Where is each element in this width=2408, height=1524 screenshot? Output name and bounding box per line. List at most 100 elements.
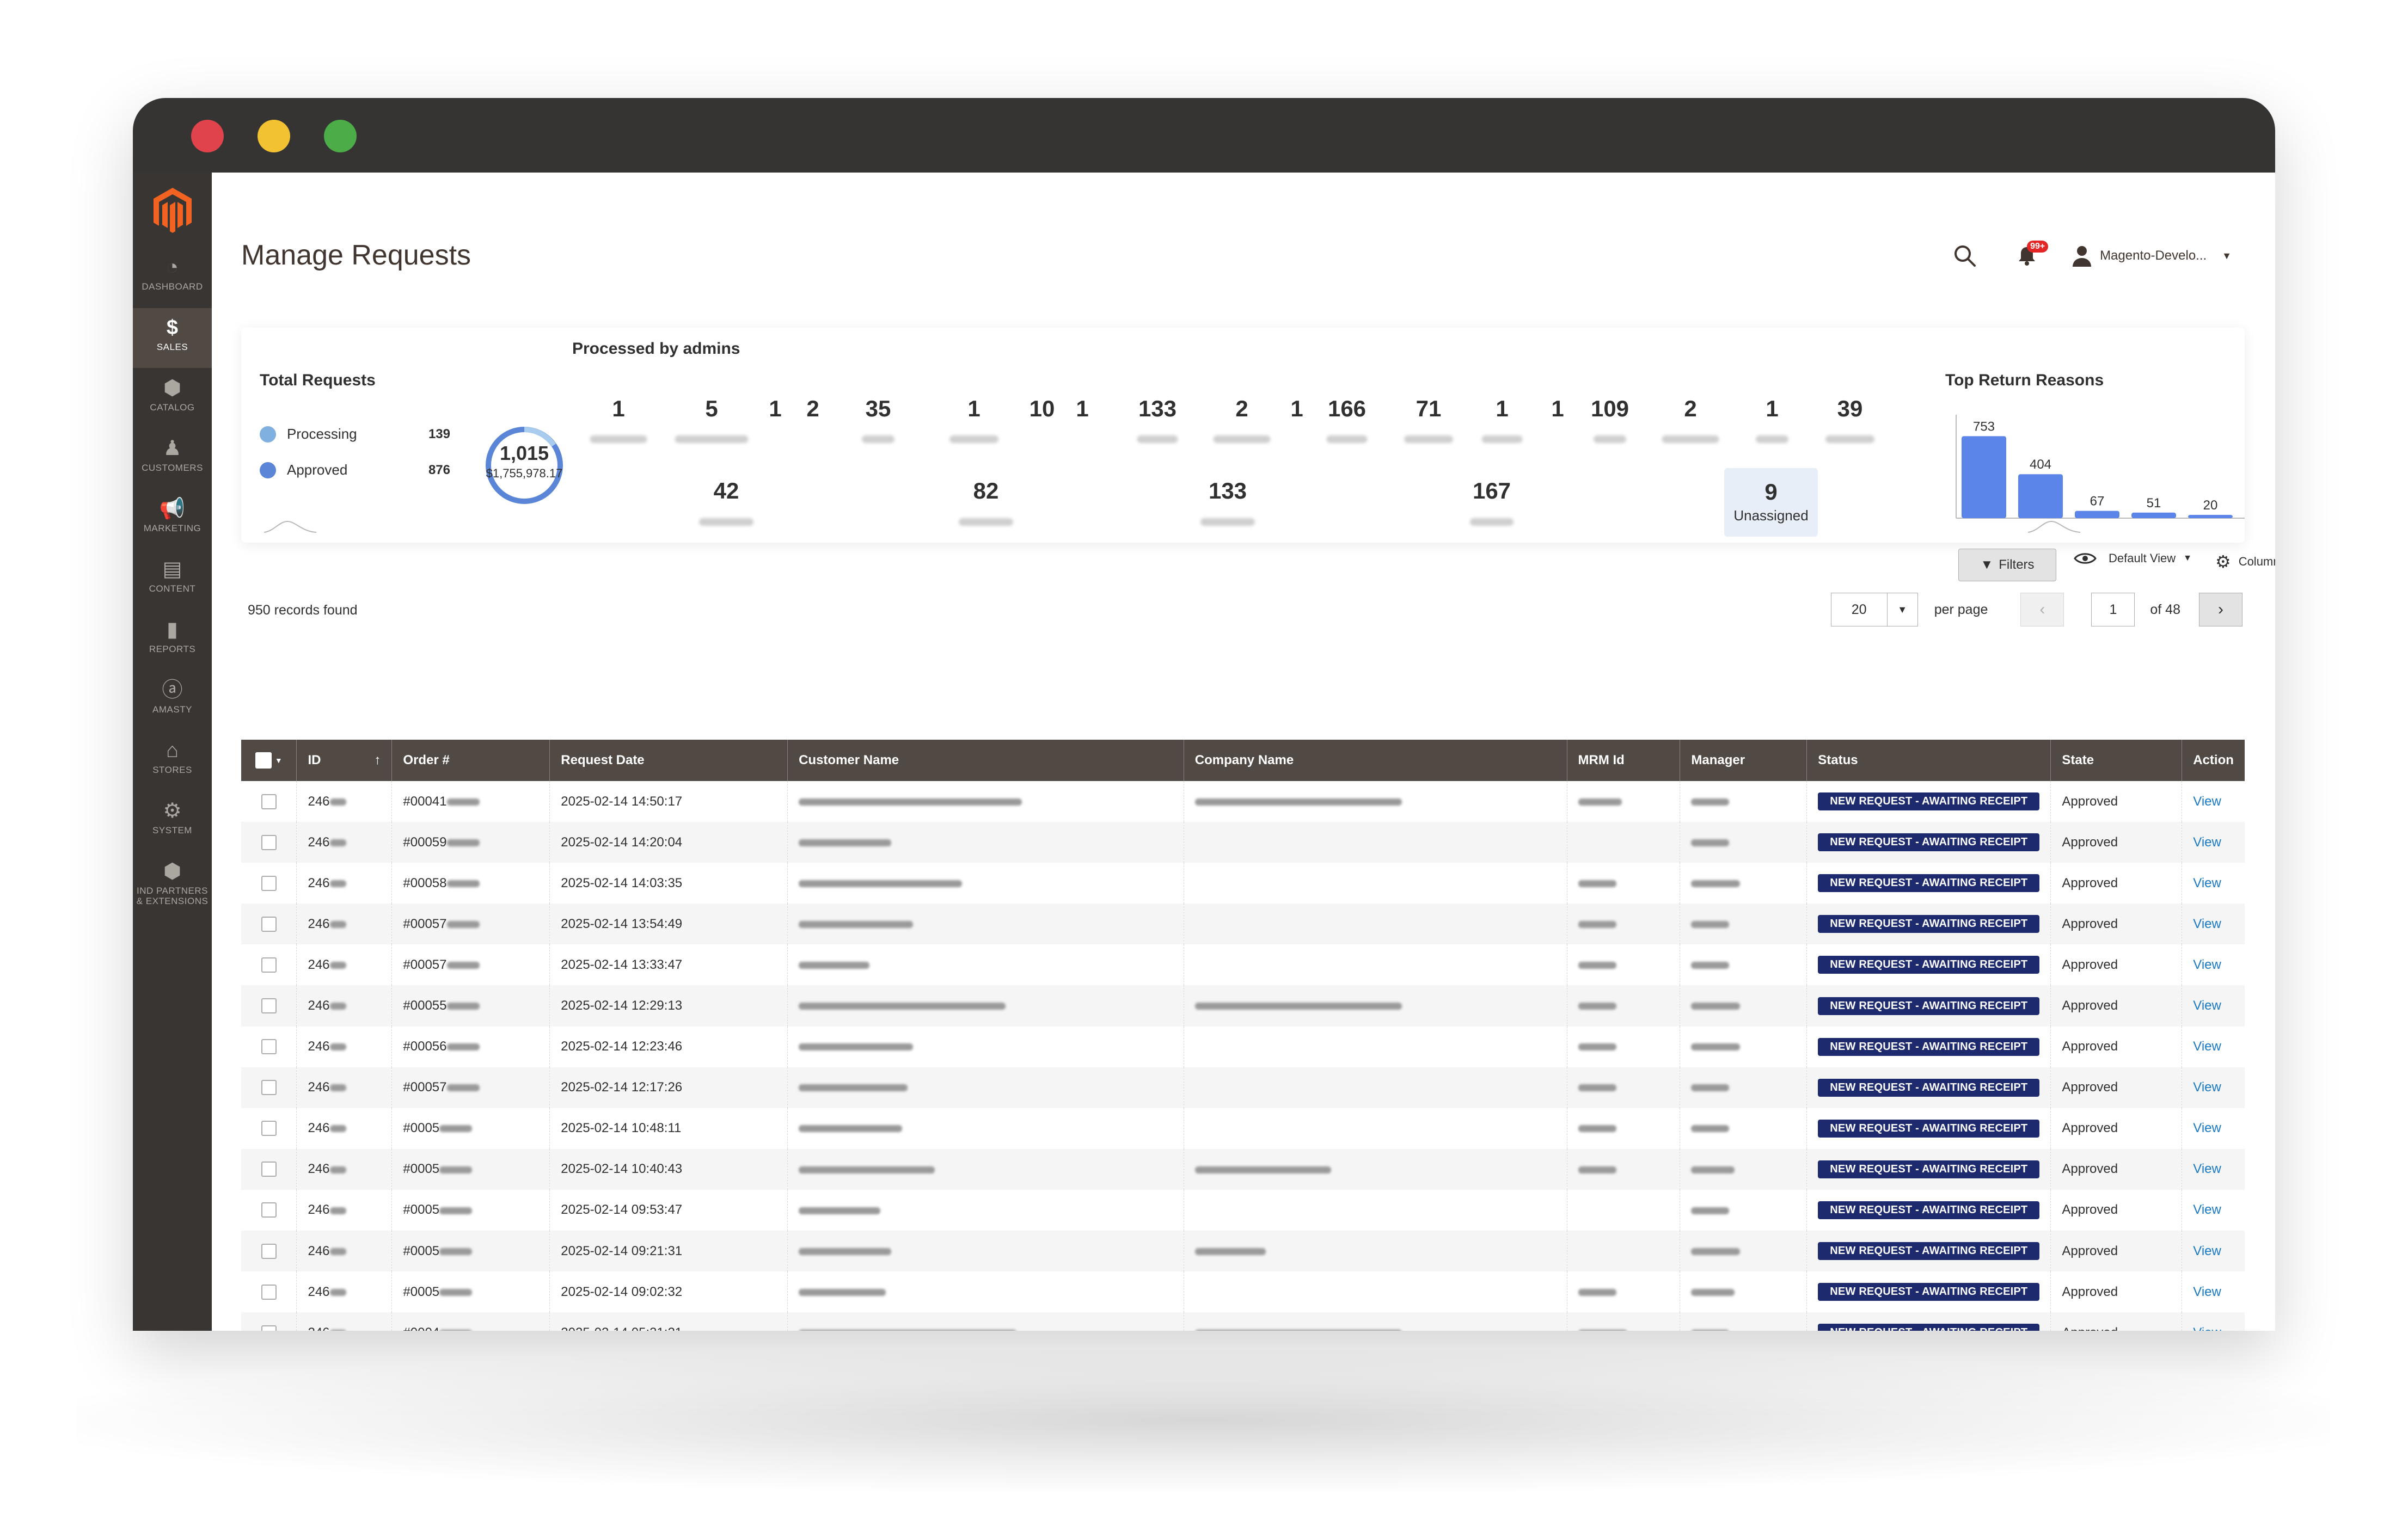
- column-header-company-name[interactable]: Company Name: [1183, 740, 1567, 781]
- row-checkbox[interactable]: [261, 1121, 277, 1136]
- admin-count[interactable]: 2: [1684, 396, 1696, 422]
- row-checkbox[interactable]: [261, 1325, 277, 1331]
- unassigned-card[interactable]: 9 Unassigned: [1724, 468, 1818, 537]
- return-reason-bar[interactable]: [2018, 474, 2063, 518]
- admin-count[interactable]: 1: [1551, 396, 1564, 422]
- column-header-state[interactable]: State: [2050, 740, 2182, 781]
- view-link[interactable]: View: [2193, 1121, 2221, 1135]
- admin-count[interactable]: 1: [769, 396, 781, 422]
- admin-count[interactable]: 71: [1416, 396, 1442, 422]
- row-select-cell[interactable]: [241, 1067, 297, 1108]
- column-header-manager[interactable]: Manager: [1680, 740, 1807, 781]
- return-reason-bar[interactable]: [2075, 511, 2119, 518]
- manager-count[interactable]: 82: [973, 478, 999, 504]
- row-select-cell[interactable]: [241, 1312, 297, 1331]
- table-row[interactable]: 246 #00058 2025-02-14 14:03:35 NEW REQUEST …: [241, 863, 2245, 904]
- view-link[interactable]: View: [2193, 1080, 2221, 1095]
- chevron-down-icon[interactable]: ▼: [2222, 250, 2232, 262]
- per-page-select[interactable]: 20 ▼: [1830, 593, 1918, 626]
- column-header-customer-name[interactable]: Customer Name: [787, 740, 1184, 781]
- row-checkbox[interactable]: [261, 1039, 277, 1055]
- filters-button[interactable]: ▼ Filters: [1958, 549, 2056, 581]
- notifications-button[interactable]: 99+: [2015, 241, 2049, 268]
- table-row[interactable]: 246 #0005 2025-02-14 09:21:31 NEW REQUEST -…: [241, 1231, 2245, 1272]
- table-row[interactable]: 246 #00057 2025-02-14 13:33:47 NEW REQUEST …: [241, 944, 2245, 986]
- admin-count[interactable]: 35: [866, 396, 891, 422]
- return-reason-bar[interactable]: [2131, 512, 2176, 518]
- sidebar-item-ind-partners-extensions[interactable]: ⬢ IND PARTNERS & EXTENSIONS: [133, 852, 212, 912]
- row-checkbox[interactable]: [261, 834, 277, 850]
- sidebar-item-catalog[interactable]: ⬢ CATALOG: [133, 368, 212, 428]
- next-page-button[interactable]: ›: [2199, 593, 2242, 626]
- admin-count[interactable]: 109: [1591, 396, 1629, 422]
- row-select-cell[interactable]: [241, 1108, 297, 1149]
- page-number-input[interactable]: 1: [2091, 593, 2135, 626]
- admin-count[interactable]: 1: [1766, 396, 1778, 422]
- table-row[interactable]: 246 #00056 2025-02-14 12:23:46 NEW REQUEST …: [241, 1026, 2245, 1067]
- row-select-cell[interactable]: [241, 1189, 297, 1231]
- view-link[interactable]: View: [2193, 1325, 2221, 1331]
- column-header-id[interactable]: ID ↑: [296, 740, 392, 781]
- column-header-order[interactable]: Order #: [391, 740, 550, 781]
- table-row[interactable]: 246 #00057 2025-02-14 12:17:26 NEW REQUEST …: [241, 1067, 2245, 1108]
- sidebar-item-content[interactable]: ▤ CONTENT: [133, 550, 212, 610]
- row-select-cell[interactable]: [241, 904, 297, 945]
- row-checkbox[interactable]: [261, 1202, 277, 1218]
- column-header-mrm-id[interactable]: MRM Id: [1566, 740, 1680, 781]
- maximize-window-button[interactable]: [324, 120, 357, 152]
- chevron-down-icon[interactable]: ▼: [275, 756, 283, 765]
- row-select-cell[interactable]: [241, 1026, 297, 1067]
- view-link[interactable]: View: [2193, 835, 2221, 850]
- row-checkbox[interactable]: [261, 1284, 277, 1300]
- admin-count[interactable]: 166: [1328, 396, 1366, 422]
- sidebar-item-customers[interactable]: ♟ CUSTOMERS: [133, 429, 212, 489]
- user-icon[interactable]: [2072, 245, 2092, 267]
- search-icon[interactable]: [1953, 244, 1977, 268]
- table-row[interactable]: 246 #0005 2025-02-14 10:48:11 NEW REQUEST -…: [241, 1108, 2245, 1149]
- columns-button[interactable]: ⚙ Columns ▼: [2215, 551, 2275, 572]
- admin-count[interactable]: 1: [612, 396, 624, 422]
- view-link[interactable]: View: [2193, 998, 2221, 1013]
- manager-count[interactable]: 133: [1209, 478, 1247, 504]
- table-row[interactable]: 246 #00041 2025-02-14 14:50:17 NEW REQUEST …: [241, 781, 2245, 822]
- row-select-cell[interactable]: [241, 1271, 297, 1313]
- sidebar-item-dashboard[interactable]: ◔ DASHBOARD: [133, 248, 212, 308]
- sidebar-item-stores[interactable]: ⌂ STORES: [133, 731, 212, 791]
- previous-page-button[interactable]: ‹: [2020, 593, 2064, 626]
- table-row[interactable]: 246 #0004 2025-02-14 05:31:21 NEW REQUEST -…: [241, 1312, 2245, 1331]
- sidebar-item-reports[interactable]: ▮ REPORTS: [133, 610, 212, 670]
- view-link[interactable]: View: [2193, 794, 2221, 809]
- row-checkbox[interactable]: [261, 794, 277, 809]
- table-row[interactable]: 246 #00057 2025-02-14 13:54:49 NEW REQUEST …: [241, 904, 2245, 945]
- user-menu-name[interactable]: Magento-Develo...: [2100, 248, 2207, 263]
- admin-count[interactable]: 1: [1290, 396, 1303, 422]
- table-row[interactable]: 246 #00055 2025-02-14 12:29:13 NEW REQUEST …: [241, 985, 2245, 1027]
- admin-count[interactable]: 2: [1235, 396, 1248, 422]
- manager-count[interactable]: 42: [714, 478, 739, 504]
- view-link[interactable]: View: [2193, 1039, 2221, 1054]
- admin-count[interactable]: 2: [806, 396, 819, 422]
- row-select-cell[interactable]: [241, 781, 297, 822]
- admin-count[interactable]: 39: [1837, 396, 1863, 422]
- row-checkbox[interactable]: [261, 1080, 277, 1096]
- view-link[interactable]: View: [2193, 1285, 2221, 1299]
- table-row[interactable]: 246 #0005 2025-02-14 10:40:43 NEW REQUEST -…: [241, 1148, 2245, 1190]
- table-row[interactable]: 246 #0005 2025-02-14 09:53:47 NEW REQUEST -…: [241, 1189, 2245, 1231]
- admin-count[interactable]: 10: [1030, 396, 1055, 422]
- close-window-button[interactable]: [191, 120, 224, 152]
- select-all-checkbox[interactable]: [255, 752, 272, 769]
- sidebar-item-amasty[interactable]: ⓐ AMASTY: [133, 671, 212, 730]
- row-select-cell[interactable]: [241, 822, 297, 863]
- sidebar-item-marketing[interactable]: 📢 MARKETING: [133, 489, 212, 549]
- view-link[interactable]: View: [2193, 957, 2221, 972]
- column-header-request-date[interactable]: Request Date: [549, 740, 788, 781]
- admin-count[interactable]: 133: [1138, 396, 1177, 422]
- mass-select-header[interactable]: ▼: [241, 740, 297, 781]
- manager-count[interactable]: 167: [1473, 478, 1511, 504]
- row-select-cell[interactable]: [241, 985, 297, 1027]
- row-select-cell[interactable]: [241, 1148, 297, 1190]
- default-view-button[interactable]: Default View ▼: [2074, 551, 2192, 566]
- row-select-cell[interactable]: [241, 944, 297, 986]
- view-link[interactable]: View: [2193, 1162, 2221, 1176]
- row-checkbox[interactable]: [261, 1243, 277, 1259]
